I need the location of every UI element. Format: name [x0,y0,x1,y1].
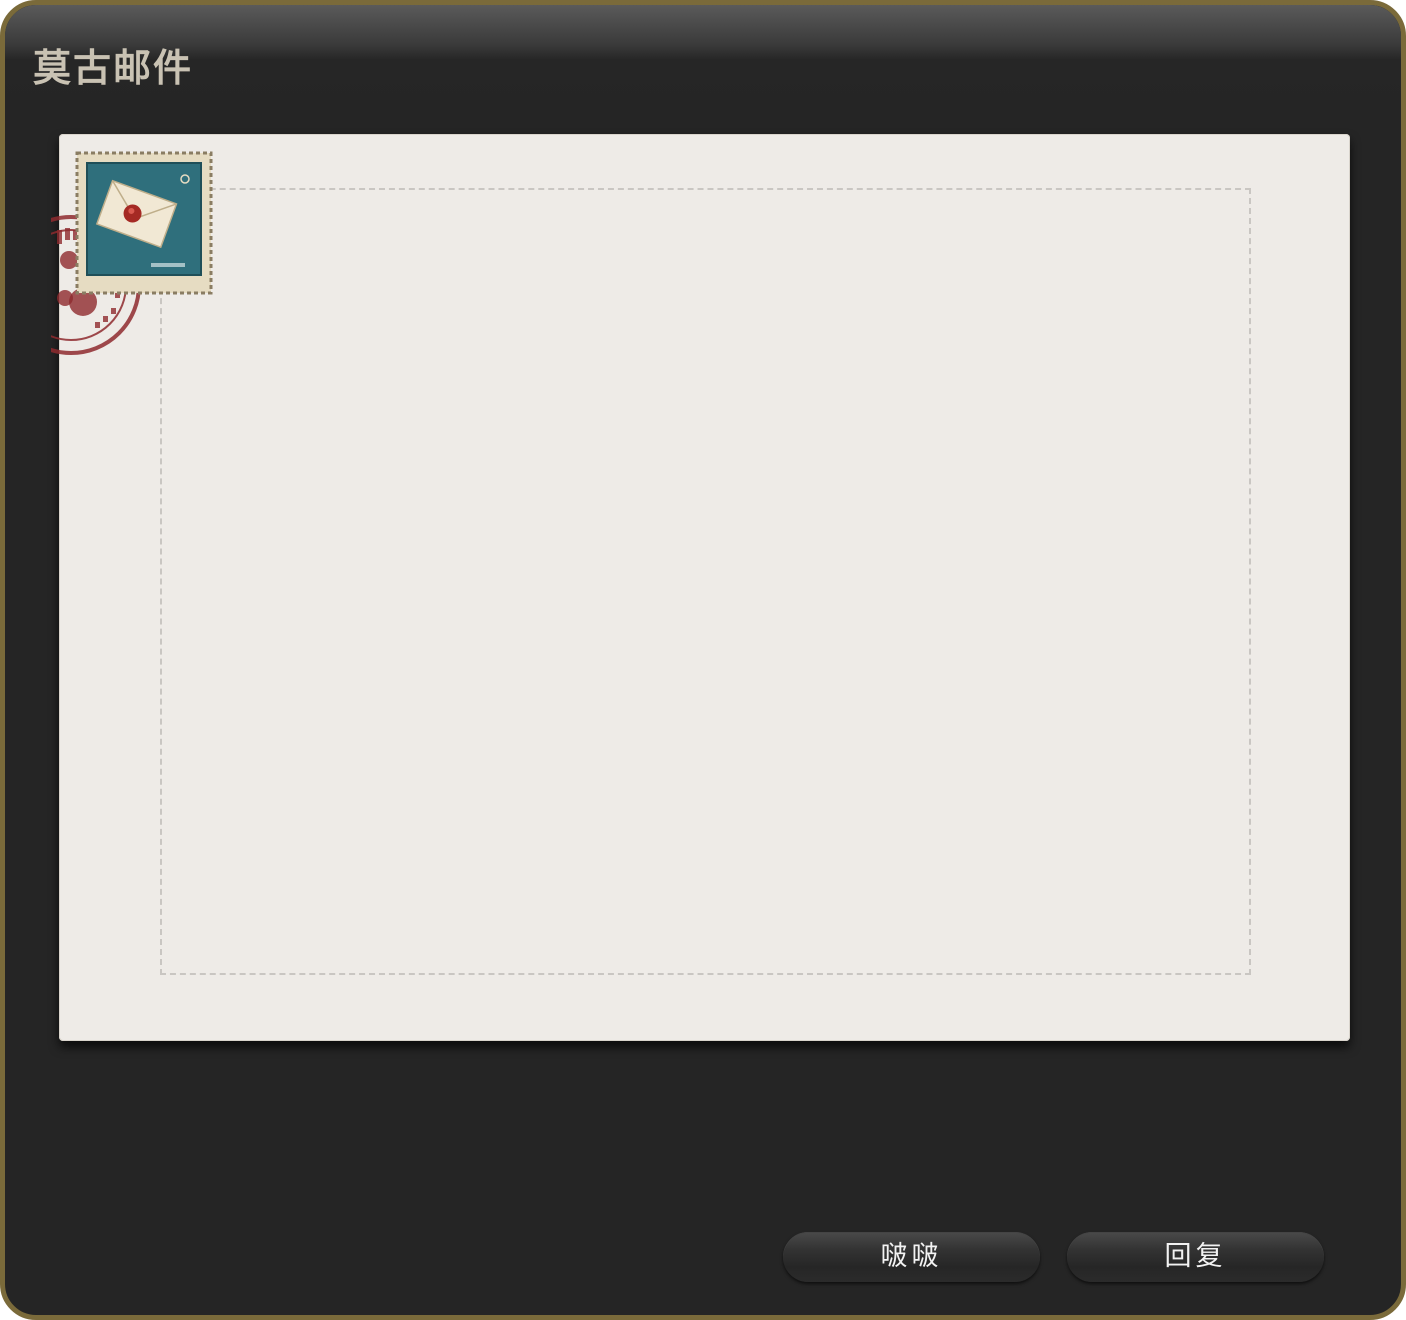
title-bar: 莫古邮件 [5,5,1401,105]
letter-text-area [160,188,1251,975]
window-title: 莫古邮件 [33,46,194,90]
reply-button[interactable]: 回复 [1067,1232,1324,1282]
bobo-button[interactable]: 啵啵 [783,1232,1040,1282]
mail-window: 莫古邮件 啵啵 回复 [0,0,1406,1320]
letter-paper [51,134,1350,1041]
envelope-stamp-icon [75,151,213,295]
